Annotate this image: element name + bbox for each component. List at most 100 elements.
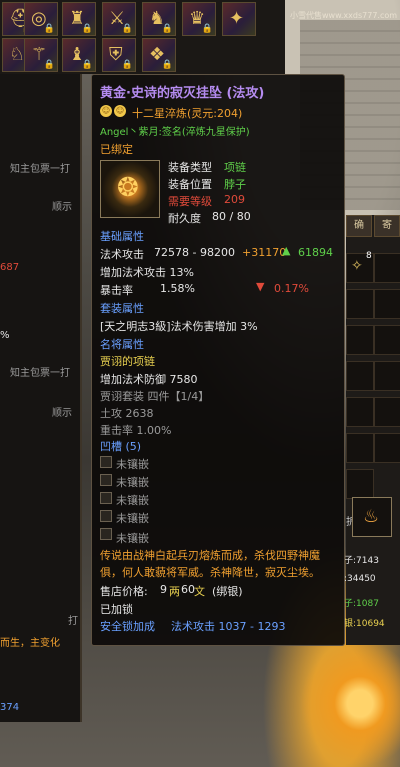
bag-panel: 知主包票一打 顺示 687 % 知主包票一打 顺示 打 而生，主变化 374	[0, 74, 82, 722]
safe-lock-stat: 法术攻击 1037 - 1293	[171, 620, 286, 633]
bag-value: 374	[0, 702, 20, 713]
equip-slot[interactable]: ❖ 🔒	[142, 38, 176, 72]
bag-value: 687	[0, 262, 20, 273]
item-slot[interactable]	[346, 289, 374, 319]
equip-slot[interactable]: ⚚ 🔒	[24, 38, 58, 72]
socket-label: 未镶嵌	[116, 532, 149, 545]
equip-slot[interactable]: ⚔ 🔒	[102, 2, 136, 36]
locked-status: 已加锁	[100, 603, 133, 616]
basic-attr-header: 基础属性	[100, 230, 144, 243]
item-slot[interactable]	[346, 433, 374, 463]
lore-text: 传说由战神白起兵刃熔炼而成，杀伐四野神魔	[100, 549, 320, 562]
magic-atk-bonus: +31170	[242, 246, 287, 259]
famous-attr-header: 名将属性	[100, 338, 144, 351]
equipment-strip: ⛑🔒 ◎🔒 ♜🔒 ⚔🔒 ♞🔒 ♛🔒 ✦ ♘ ⚚🔒 ♝🔒 ⛨🔒 ❖🔒	[0, 0, 285, 74]
shield-icon: ⛨	[109, 44, 123, 65]
crit-value: 1.58%	[160, 282, 195, 295]
equip-type-label: 装备类型	[168, 161, 212, 174]
confirm-tab[interactable]: 确	[346, 215, 372, 237]
currency-line: 银:10694	[344, 619, 385, 629]
stack-count: 8	[366, 251, 372, 261]
bag-hint: 知主包票一打	[10, 164, 70, 175]
famous-stat-line: 重击率 1.00%	[100, 424, 172, 437]
lock-icon: 🔒	[121, 24, 133, 34]
currency-line: 子:7143	[344, 556, 379, 566]
equip-type-value: 项链	[224, 161, 246, 174]
gem-icon: ✧	[351, 258, 363, 274]
famous-set-line: 贾诩套装 四件【1/4】	[100, 390, 210, 403]
bag-value: %	[0, 330, 10, 341]
item-slot[interactable]	[374, 361, 400, 391]
beast-icon: ♘	[9, 44, 26, 65]
item-slot[interactable]	[374, 289, 400, 319]
famous-item-name: 贾诩的项链	[100, 355, 155, 368]
bound-status: 已绑定	[100, 143, 133, 156]
price-gold-unit: 两	[169, 585, 180, 598]
magic-pct: 增加法术攻击 13%	[100, 266, 194, 279]
socket-header: 凹槽 (5)	[100, 440, 142, 453]
lock-icon: 🔒	[43, 24, 55, 34]
equip-slot[interactable]: ♞ 🔒	[142, 2, 176, 36]
equip-pos-value: 脖子	[224, 178, 246, 191]
famous-stat-line: 土攻 2638	[100, 407, 154, 420]
bag-hint: 打	[68, 616, 78, 627]
equip-slot[interactable]: ⛨ 🔒	[102, 38, 136, 72]
bag-tab-label[interactable]: 顺示	[52, 404, 72, 419]
smile-icon: ☺	[100, 105, 112, 117]
socket-label: 未镶嵌	[116, 476, 149, 489]
arrow-up-icon: ▲	[282, 244, 291, 257]
level-req-label: 需要等级	[168, 195, 212, 208]
consign-tab[interactable]: 寄	[374, 215, 400, 237]
socket-label: 未镶嵌	[116, 458, 149, 471]
watermark: 小雪代售www.xxds777.com	[290, 11, 398, 20]
lock-icon: 🔒	[121, 60, 133, 70]
durability-label: 耐久度	[168, 212, 201, 225]
crit-compare: 0.17%	[274, 282, 309, 295]
item-slot[interactable]	[346, 397, 374, 427]
equip-slot[interactable]: ♛ 🔒	[182, 2, 216, 36]
item-slot[interactable]	[346, 325, 374, 355]
dismantle-slot[interactable]: ♨	[352, 497, 392, 537]
item-icon-frame: ❂	[100, 160, 160, 218]
item-slot[interactable]	[346, 361, 374, 391]
equip-slot[interactable]: ✦	[222, 2, 256, 36]
equip-slot[interactable]: ◎ 🔒	[24, 2, 58, 36]
refine-line: 十二星淬炼(灵元:204)	[132, 107, 243, 120]
lore-text: 俱，何人敢藐将军威。杀神降世，寂灭尘埃。	[100, 566, 320, 579]
arrow-down-icon: ▼	[256, 280, 265, 293]
bag-description: 而生，主变化	[0, 638, 60, 649]
bag-hint: 知主包票一打	[10, 368, 70, 379]
socket-checkbox	[100, 456, 112, 468]
socket-checkbox	[100, 528, 112, 540]
bag-icon: ♨	[363, 506, 380, 527]
crit-label: 暴击率	[100, 284, 133, 297]
bag-tab-label[interactable]: 顺示	[52, 198, 72, 213]
magic-atk-compare: 61894	[298, 246, 333, 259]
socket-label: 未镶嵌	[116, 494, 149, 507]
fire-effect	[300, 640, 400, 767]
item-title: 黄金·史诗的寂灭挂坠 (法攻)	[100, 86, 265, 101]
lock-icon: 🔒	[201, 24, 213, 34]
lock-icon: 🔒	[43, 60, 55, 70]
safe-lock-label: 安全锁加成	[100, 620, 155, 633]
equip-slot[interactable]: ♜ 🔒	[62, 2, 96, 36]
socket-checkbox	[100, 510, 112, 522]
set-bonus-line: [天之明志3級]法术伤害增加 3%	[100, 320, 258, 333]
currency-line: 子:1087	[344, 599, 379, 609]
equip-pos-label: 装备位置	[168, 178, 212, 191]
lock-icon: 🔒	[81, 60, 93, 70]
socket-checkbox	[100, 474, 112, 486]
socket-checkbox	[100, 492, 112, 504]
item-slot[interactable]	[374, 433, 400, 463]
socket-label: 未镶嵌	[116, 512, 149, 525]
item-slot[interactable]	[346, 469, 374, 499]
price-label: 售店价格:	[100, 585, 148, 598]
item-slot[interactable]	[374, 253, 400, 283]
price-gold: 9	[160, 583, 167, 596]
signature-line: Angel丶紫月:签名(淬炼九星保护)	[100, 127, 250, 138]
magic-atk-value: 72578 - 98200	[154, 246, 235, 259]
equip-slot[interactable]: ♝ 🔒	[62, 38, 96, 72]
item-slot[interactable]	[374, 325, 400, 355]
level-req-value: 209	[224, 193, 245, 206]
item-slot[interactable]	[374, 397, 400, 427]
